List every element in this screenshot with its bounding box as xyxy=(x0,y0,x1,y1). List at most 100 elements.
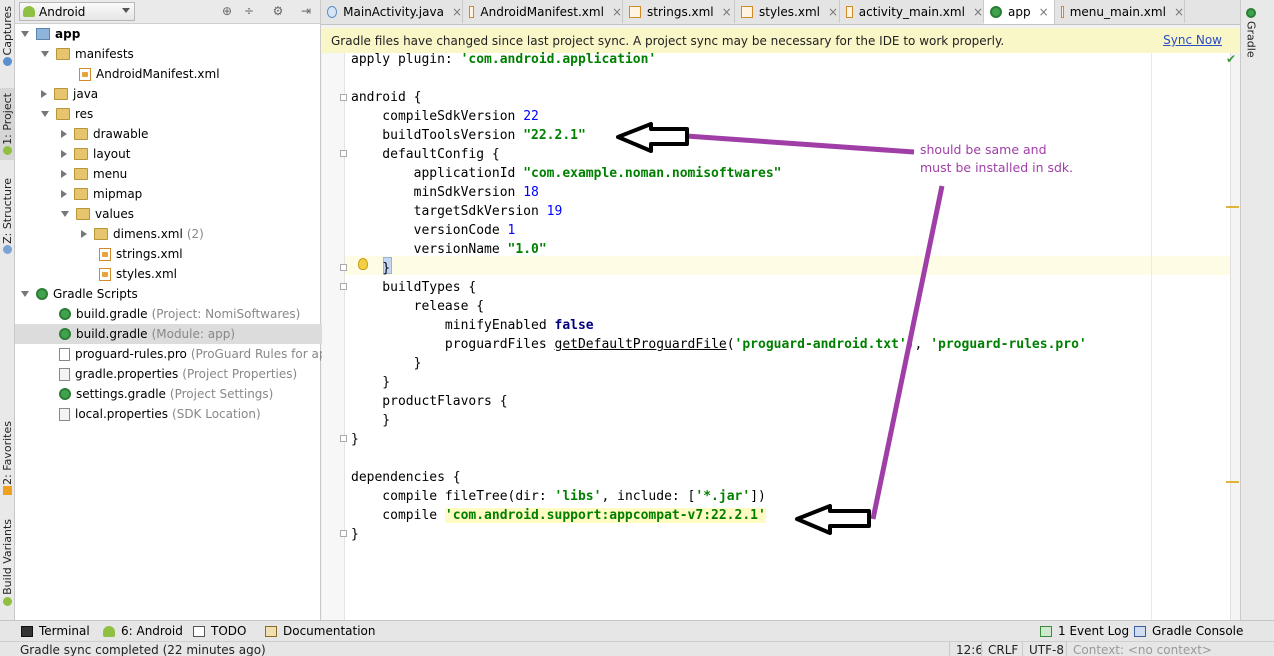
code-token: versionName xyxy=(351,242,508,257)
code-token: } xyxy=(351,261,391,276)
annotation-note: should be same and must be installed in … xyxy=(920,142,1074,175)
code-token: ( xyxy=(726,337,735,352)
close-icon[interactable]: × xyxy=(452,5,462,19)
expand-arrow-icon[interactable] xyxy=(41,51,49,57)
warning-marker[interactable] xyxy=(1226,206,1239,208)
collapsed-arrow-icon[interactable] xyxy=(61,130,67,138)
tab-styles[interactable]: styles.xml × xyxy=(735,0,840,23)
gear-icon[interactable]: ⚙ xyxy=(271,4,285,18)
tree-item-menu[interactable]: menu xyxy=(15,164,364,184)
tree-item-mipmap[interactable]: mipmap xyxy=(15,184,364,204)
code-token: 18 xyxy=(523,185,539,200)
code-line: applicationId "com.example.noman.nomisof… xyxy=(351,164,782,183)
xml-file-icon xyxy=(1061,5,1064,18)
line-separator[interactable]: CRLF xyxy=(981,642,1028,656)
tab-app[interactable]: app × xyxy=(984,0,1055,24)
tab-gradle[interactable]: Gradle xyxy=(1241,8,1261,63)
tab-build-variants[interactable]: Build Variants xyxy=(0,515,14,610)
fold-icon[interactable] xyxy=(340,94,347,101)
tree-item-java[interactable]: java xyxy=(15,84,344,104)
project-view-select[interactable]: Android xyxy=(19,2,135,21)
hide-icon[interactable]: ⇥ xyxy=(299,4,313,18)
tree-item-local-properties[interactable]: local.properties (SDK Location) xyxy=(15,404,349,424)
collapsed-arrow-icon[interactable] xyxy=(61,170,67,178)
collapsed-arrow-icon[interactable] xyxy=(81,230,87,238)
tree-item-values[interactable]: values xyxy=(15,204,366,224)
collapsed-arrow-icon[interactable] xyxy=(41,90,47,98)
tree-item-build-gradle-module[interactable]: build.gradle (Module: app) xyxy=(15,324,349,344)
tab-strings[interactable]: strings.xml × xyxy=(623,0,735,23)
tree-item-gradle-properties[interactable]: gradle.properties (Project Properties) xyxy=(15,364,349,384)
code-token: '*.jar' xyxy=(695,489,751,504)
code-token: minSdkVersion xyxy=(351,185,524,200)
tab-build-variants-label: Build Variants xyxy=(0,519,14,595)
tree-item-res[interactable]: res xyxy=(15,104,346,124)
code-token: 'proguard-rules.pro' xyxy=(930,337,1087,352)
close-icon[interactable]: × xyxy=(973,5,983,19)
tree-item-gradle-scripts[interactable]: Gradle Scripts xyxy=(15,284,326,304)
tab-menu-main[interactable]: menu_main.xml × xyxy=(1055,0,1185,23)
xml-file-icon xyxy=(846,5,853,18)
tree-item-manifests[interactable]: manifests xyxy=(15,44,346,64)
fold-icon[interactable] xyxy=(340,283,347,290)
android-icon xyxy=(23,6,35,17)
tab-event-log[interactable]: 1 Event Log xyxy=(1040,624,1129,638)
code-editor[interactable]: apply plugin: 'com.android.application' a… xyxy=(322,52,1240,620)
sync-now-link[interactable]: Sync Now xyxy=(1163,33,1222,47)
project-icon xyxy=(2,146,12,156)
tab-gradle-console[interactable]: Gradle Console xyxy=(1134,624,1243,638)
tree-item-proguard-rules[interactable]: proguard-rules.pro (ProGuard Rules for a… xyxy=(15,344,349,364)
fold-icon[interactable] xyxy=(340,150,347,157)
status-message: Gradle sync completed (22 minutes ago) xyxy=(20,643,266,656)
tab-label: app xyxy=(1008,5,1031,19)
tab-android[interactable]: 6: Android xyxy=(103,624,183,638)
tree-item-build-gradle-project[interactable]: build.gradle (Project: NomiSoftwares) xyxy=(15,304,349,324)
tab-mainactivity[interactable]: MainActivity.java × xyxy=(321,0,463,23)
close-icon[interactable]: × xyxy=(722,5,732,19)
code-line: targetSdkVersion 19 xyxy=(351,202,563,221)
code-token: } xyxy=(351,375,391,390)
tab-captures[interactable]: Captures xyxy=(0,2,14,70)
target-icon[interactable]: ⊕ xyxy=(220,4,234,18)
context-indicator[interactable]: Context: <no context> xyxy=(1066,642,1223,656)
tree-item-label: drawable xyxy=(93,127,149,141)
fold-icon[interactable] xyxy=(340,435,347,442)
expand-arrow-icon[interactable] xyxy=(41,111,49,117)
close-icon[interactable]: × xyxy=(828,5,838,19)
collapsed-arrow-icon[interactable] xyxy=(61,190,67,198)
tree-item-label: menu xyxy=(93,167,128,181)
tree-item-drawable[interactable]: drawable xyxy=(15,124,364,144)
tab-structure[interactable]: Z: Structure xyxy=(0,176,14,256)
expand-arrow-icon[interactable] xyxy=(61,211,69,217)
xml-file-icon xyxy=(99,267,111,281)
collapse-icon[interactable]: ÷ xyxy=(242,4,256,18)
tree-item-label: build.gradle xyxy=(76,327,148,341)
fold-icon[interactable] xyxy=(340,264,347,271)
close-icon[interactable]: × xyxy=(1174,5,1184,19)
tab-documentation[interactable]: Documentation xyxy=(265,624,376,638)
tab-favorites[interactable]: 2: Favorites xyxy=(0,418,14,498)
warning-marker[interactable] xyxy=(1226,481,1239,483)
file-icon xyxy=(59,347,70,361)
expand-arrow-icon[interactable] xyxy=(21,291,29,297)
collapsed-arrow-icon[interactable] xyxy=(61,150,67,158)
close-icon[interactable]: × xyxy=(1039,5,1049,19)
tree-item-settings-gradle[interactable]: settings.gradle (Project Settings) xyxy=(15,384,349,404)
code-token: } xyxy=(351,356,422,371)
tab-todo[interactable]: TODO xyxy=(193,624,246,638)
tree-item-layout[interactable]: layout xyxy=(15,144,364,164)
tab-project[interactable]: 1: Project xyxy=(0,88,14,160)
expand-arrow-icon[interactable] xyxy=(21,31,29,37)
chevron-down-icon xyxy=(122,8,130,13)
file-encoding[interactable]: UTF-8 xyxy=(1022,642,1069,656)
tree-item-app[interactable]: app xyxy=(15,24,326,44)
close-icon[interactable]: × xyxy=(612,5,622,19)
tab-terminal[interactable]: Terminal xyxy=(21,624,90,638)
tree-item-androidmanifest[interactable]: AndroidManifest.xml xyxy=(15,64,369,84)
sync-notification-text: Gradle files have changed since last pro… xyxy=(331,34,1005,48)
tab-androidmanifest[interactable]: AndroidManifest.xml × xyxy=(463,0,623,23)
fold-icon[interactable] xyxy=(340,530,347,537)
tree-item-label: local.properties xyxy=(75,407,169,421)
tab-activity-main[interactable]: activity_main.xml × xyxy=(840,0,984,23)
code-line: } xyxy=(351,259,390,278)
